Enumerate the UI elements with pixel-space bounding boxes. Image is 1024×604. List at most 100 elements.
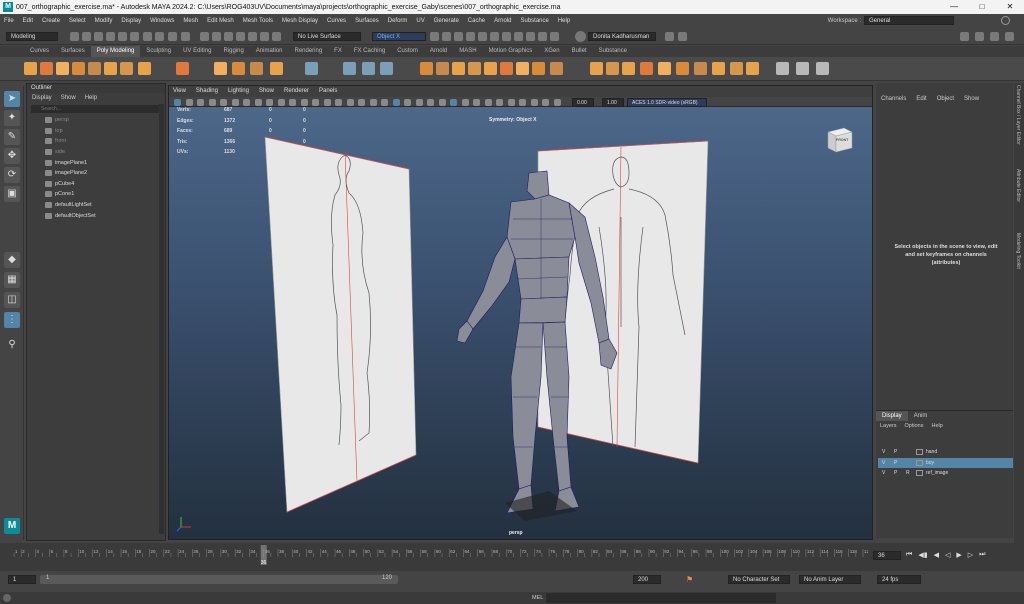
viewport-tool-icon[interactable] [197, 98, 204, 106]
colorspace-dropdown[interactable]: ACES 1.0 SDR-video (sRGB) [627, 98, 707, 107]
select-tool-icon[interactable]: ➤ [4, 91, 20, 107]
menu-modify[interactable]: Modify [95, 18, 113, 24]
channelbox-menu-channels[interactable]: Channels [881, 96, 906, 102]
shelf-tab-rigging[interactable]: Rigging [217, 46, 249, 57]
status-tool-icon[interactable] [236, 32, 245, 41]
status-tool-icon[interactable] [212, 32, 221, 41]
viewport-tool-icon[interactable] [404, 98, 411, 106]
status-tool-icon[interactable] [526, 32, 535, 41]
viewport-tool-icon[interactable] [473, 98, 480, 106]
character-set-dropdown[interactable]: No Character Set [728, 575, 790, 584]
viewport-tool-icon[interactable] [277, 98, 285, 106]
viewport-tool-icon[interactable] [369, 98, 377, 106]
shelf-tool-icon[interactable] [730, 62, 743, 75]
viewport-tool-icon[interactable] [243, 98, 250, 106]
viewport-tool-icon[interactable] [300, 98, 308, 106]
shelf-tool-icon[interactable] [590, 62, 603, 75]
layer-row[interactable]: V Pboy [878, 457, 1013, 468]
shelf-tool-icon[interactable] [362, 62, 375, 75]
status-tool-icon[interactable] [514, 32, 523, 41]
viewport-tool-icon[interactable] [438, 98, 446, 106]
shelf-tool-icon[interactable] [676, 62, 689, 75]
menu-substance[interactable]: Substance [520, 18, 548, 24]
menu-help[interactable]: Help [558, 18, 570, 24]
layer-tab-display[interactable]: Display [876, 411, 908, 421]
outliner-item[interactable]: defaultObjectSet [27, 210, 165, 221]
scale-tool-icon[interactable]: ▣ [4, 186, 20, 202]
status-tool-icon[interactable] [960, 32, 969, 41]
play-back-icon[interactable]: ◁ [945, 551, 950, 559]
shelf-tool-icon[interactable] [104, 62, 117, 75]
layer-menu-options[interactable]: Options [905, 421, 924, 431]
shelf-tool-icon[interactable] [500, 62, 513, 75]
anim-layer-dropdown[interactable]: No Anim Layer [799, 575, 861, 584]
outliner-item[interactable]: imagePlane1 [27, 157, 165, 168]
status-tool-icon[interactable] [118, 32, 127, 41]
outliner-item[interactable]: imagePlane2 [27, 168, 165, 179]
status-tool-icon[interactable] [430, 32, 439, 41]
status-tool-icon[interactable] [454, 32, 463, 41]
viewport-tool-icon[interactable] [231, 98, 239, 106]
layer-visibility-toggle[interactable]: V [882, 468, 885, 478]
shelf-tab-fx-caching[interactable]: FX Caching [348, 46, 391, 57]
menu-mesh[interactable]: Mesh [183, 18, 198, 24]
shelf-tab-rendering[interactable]: Rendering [288, 46, 328, 57]
viewport-menu-view[interactable]: View [173, 86, 186, 97]
shelf-tool-icon[interactable] [640, 62, 653, 75]
layout-icon[interactable]: ⋮ [4, 312, 20, 328]
menu-select[interactable]: Select [69, 18, 86, 24]
shelf-tool-icon[interactable] [40, 62, 53, 75]
shelf-tab-poly-modeling[interactable]: Poly Modeling [90, 46, 141, 57]
menu-edit[interactable]: Edit [23, 18, 33, 24]
menu-cache[interactable]: Cache [468, 18, 485, 24]
status-tool-icon[interactable] [181, 32, 190, 41]
status-tool-icon[interactable] [490, 32, 499, 41]
layer-menu-layers[interactable]: Layers [880, 421, 897, 431]
channelbox-menu-object[interactable]: Object [937, 96, 954, 102]
outliner-item[interactable]: front [27, 136, 165, 147]
viewport-tool-icon[interactable] [312, 98, 319, 106]
status-tool-icon[interactable] [260, 32, 269, 41]
viewport-menu-show[interactable]: Show [259, 86, 274, 97]
menu-deform[interactable]: Deform [388, 18, 408, 24]
shelf-tool-icon[interactable] [694, 62, 707, 75]
viewport-tool-icon[interactable] [289, 98, 296, 106]
layer-visibility-toggle[interactable]: V [882, 447, 885, 457]
shelf-tab-uv-editing[interactable]: UV Editing [177, 46, 217, 57]
shelf-tool-icon[interactable] [343, 62, 356, 75]
shelf-tab-fx[interactable]: FX [328, 46, 348, 57]
menu-display[interactable]: Display [121, 18, 141, 24]
layer-row[interactable]: V Phand [878, 447, 1013, 457]
play-forward-icon[interactable]: ▶ [956, 551, 961, 559]
step-forward-icon[interactable]: ▷ [968, 551, 973, 559]
minimize-icon[interactable]: — [940, 0, 968, 14]
shelf-tool-icon[interactable] [176, 62, 189, 75]
close-icon[interactable]: ✕ [996, 0, 1024, 14]
shelf-tab-sculpting[interactable]: Sculpting [140, 46, 177, 57]
outliner-item[interactable]: top [27, 126, 165, 137]
status-tool-icon[interactable] [272, 32, 281, 41]
viewport-persp[interactable]: View Shading Lighting Show Renderer Panels 0.… [168, 85, 873, 540]
shelf-tab-animation[interactable]: Animation [250, 46, 289, 57]
menu-edit-mesh[interactable]: Edit Mesh [207, 18, 234, 24]
shelf-tool-icon[interactable] [305, 62, 318, 75]
single-view-icon[interactable]: ◆ [4, 252, 20, 268]
shelf-tool-icon[interactable] [120, 62, 133, 75]
viewport-tool-icon[interactable] [220, 98, 227, 106]
status-tool-icon[interactable] [990, 32, 999, 41]
fps-dropdown[interactable]: 24 fps [877, 575, 921, 584]
viewport-tool-icon[interactable] [174, 98, 181, 106]
status-tool-icon[interactable] [130, 32, 139, 41]
search-icon[interactable]: ⚲ [4, 337, 20, 353]
shelf-tab-xgen[interactable]: XGen [538, 46, 565, 57]
viewport-tool-icon[interactable] [507, 98, 515, 106]
outliner-menu-help[interactable]: Help [85, 93, 97, 103]
shelf-tool-icon[interactable] [380, 62, 393, 75]
menu-surfaces[interactable]: Surfaces [355, 18, 379, 24]
shelf-tool-icon[interactable] [484, 62, 497, 75]
shelf-tool-icon[interactable] [796, 62, 809, 75]
step-back-key-icon[interactable]: ◀▮ [918, 551, 927, 559]
status-tool-icon[interactable] [478, 32, 487, 41]
go-to-end-icon[interactable]: ⏭ [979, 551, 985, 559]
shelf-tool-icon[interactable] [214, 62, 227, 75]
